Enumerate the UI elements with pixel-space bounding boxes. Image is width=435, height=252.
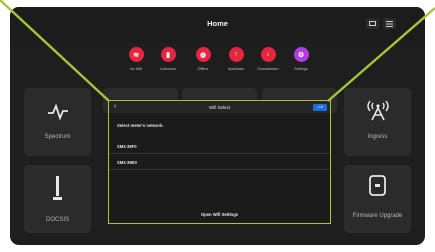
network-item[interactable]: XM2-39F0 <box>109 140 330 154</box>
page-title: Home <box>207 19 228 28</box>
upstream-icon: ↑ <box>228 47 244 62</box>
modal-action-button[interactable]: ◁ ⊙ <box>313 103 327 111</box>
unknown-icon: ▮ <box>160 47 176 62</box>
tile-docsis[interactable]: DOCSIS <box>24 165 91 233</box>
status-offline[interactable]: ◍ Offline <box>186 47 220 71</box>
status-settings[interactable]: ⚙ Settings <box>284 47 318 71</box>
status-label: Downstream <box>257 67 279 71</box>
status-downstream[interactable]: ↓ Downstream <box>251 47 285 71</box>
modal-title: Wifi Select <box>208 104 231 110</box>
tile-spectrum[interactable]: Spectrum <box>24 88 91 156</box>
firmware-upgrade-icon <box>369 175 386 196</box>
downstream-icon: ↓ <box>260 47 276 62</box>
list-view-icon <box>386 20 393 27</box>
tile-ingress[interactable]: Ingress <box>344 88 411 156</box>
tile-label: Spectrum <box>44 134 71 140</box>
tile-label: Firmware Upgrade <box>352 213 403 219</box>
tile-label: DOCSIS <box>45 217 69 223</box>
status-label: Offline <box>197 67 209 71</box>
network-name: XM2-39E0 <box>117 160 137 165</box>
status-label: Settings <box>294 67 308 71</box>
list-view-button[interactable] <box>383 18 396 29</box>
status-label: Upstream <box>227 67 245 71</box>
network-name: XM2-39F0 <box>117 144 137 149</box>
network-item[interactable]: XM2-39E0 <box>109 156 330 170</box>
tile-firmware-upgrade[interactable]: Firmware Upgrade <box>344 165 411 233</box>
status-upstream[interactable]: ↑ Upstream <box>219 47 253 71</box>
grid-view-icon <box>369 21 376 26</box>
status-label: Unknown <box>160 67 176 71</box>
docsis-icon <box>53 176 62 200</box>
modal-header: ‹ Wifi Select ◁ ⊙ <box>109 101 330 113</box>
wifi-off-icon: ≋ <box>128 47 144 62</box>
status-row: ≋ No Wifi ▮ Unknown ◍ Offline ↑ Upstream… <box>10 47 425 83</box>
status-no-wifi[interactable]: ≋ No Wifi <box>119 47 153 71</box>
globe-icon: ◍ <box>195 47 211 62</box>
spectrum-icon <box>48 104 68 120</box>
tile-label: Ingress <box>367 134 388 140</box>
wifi-select-modal: ‹ Wifi Select ◁ ⊙ Select meter's network… <box>108 100 331 224</box>
status-unknown[interactable]: ▮ Unknown <box>151 47 185 71</box>
settings-icon: ⚙ <box>293 47 309 62</box>
device-screen: Home ≋ No Wifi ▮ Unknown ◍ Offline ↑ Ups… <box>10 7 425 245</box>
ingress-icon <box>367 100 389 121</box>
top-bar: Home <box>10 7 425 43</box>
network-prompt: Select meter's network. <box>117 123 164 128</box>
open-wifi-settings-button[interactable]: Open Wifi Settings <box>109 212 330 217</box>
status-label: No Wifi <box>129 67 143 71</box>
grid-view-button[interactable] <box>366 18 379 29</box>
